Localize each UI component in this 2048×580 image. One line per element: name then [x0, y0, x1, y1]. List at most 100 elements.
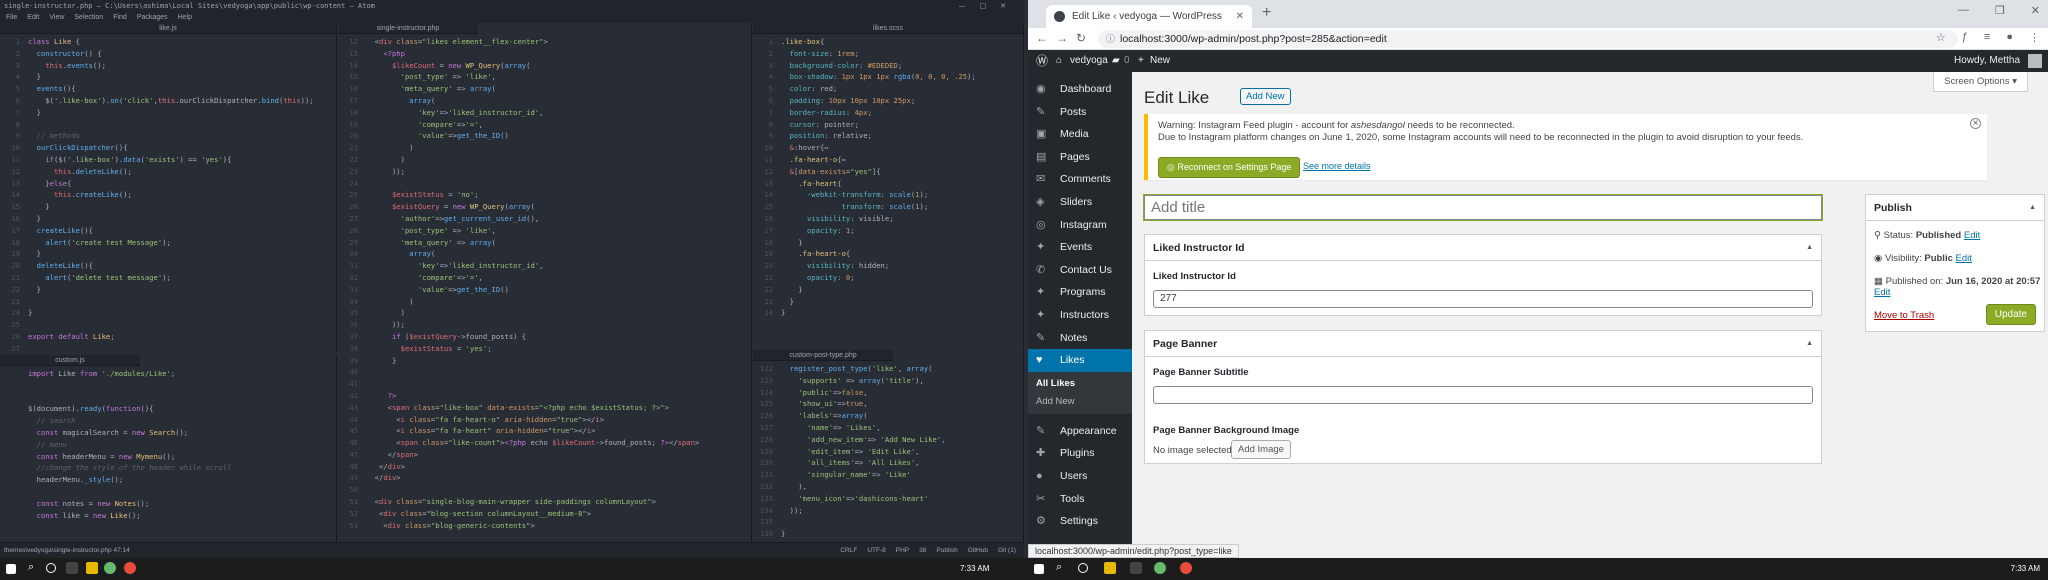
window-controls[interactable]: —□✕ — [959, 0, 1020, 12]
info-icon[interactable]: ⓘ — [1106, 30, 1115, 48]
comments-bubble-icon[interactable]: ▰ — [1112, 50, 1120, 72]
menu-find[interactable]: Find — [113, 12, 127, 23]
menu-item-instagram[interactable]: ◎ Instagram — [1028, 214, 1132, 237]
wordpress-logo-icon[interactable]: Ⓦ — [1036, 50, 1048, 72]
status-filepath[interactable]: themes\vedyoga\single-instructor.php 47:… — [4, 543, 130, 558]
address-bar[interactable]: ⓘ localhost:3000/wp-admin/post.php?post=2… — [1098, 30, 1958, 48]
menu-item-appearance[interactable]: ✎ Appearance — [1028, 420, 1132, 443]
pane-custom-js[interactable]: custom.js import Like from './modules/Li… — [0, 355, 337, 542]
menu-edit[interactable]: Edit — [27, 12, 39, 23]
close-tab-icon[interactable]: ✕ — [1236, 5, 1244, 28]
menu-item-dashboard[interactable]: ◉ Dashboard — [1028, 78, 1132, 101]
collapse-arrow-icon[interactable]: ▲ — [1806, 331, 1813, 357]
collapse-arrow-icon[interactable]: ▲ — [2029, 195, 2036, 221]
back-icon[interactable]: ← — [1036, 31, 1048, 45]
status-publish[interactable]: Publish — [936, 543, 957, 558]
search-icon[interactable]: ⌕ — [1056, 561, 1068, 573]
dismiss-notice-icon[interactable]: × — [1970, 118, 1981, 129]
admin-bar-new[interactable]: New — [1150, 50, 1170, 72]
published-edit-link[interactable]: Edit — [1874, 287, 1890, 298]
maximize-icon[interactable]: ❐ — [1995, 4, 2005, 17]
file-explorer-icon[interactable] — [1104, 562, 1116, 574]
menu-item-events[interactable]: ✦ Events — [1028, 236, 1132, 259]
status-line-ending[interactable]: CRLF — [840, 543, 857, 558]
home-icon[interactable]: ⌂ — [1056, 50, 1062, 72]
visibility-edit-link[interactable]: Edit — [1956, 253, 1972, 264]
menu-item-tools[interactable]: ✂ Tools — [1028, 488, 1132, 511]
menu-file[interactable]: File — [6, 12, 17, 23]
banner-subtitle-input[interactable] — [1153, 386, 1813, 404]
minimize-icon[interactable]: — — [1958, 4, 1969, 17]
status-grammar[interactable]: PHP — [896, 543, 909, 558]
atom-icon[interactable] — [104, 562, 116, 574]
status-github[interactable]: GitHub — [968, 543, 988, 558]
search-icon[interactable]: ⌕ — [28, 561, 40, 573]
pane-likes-scss[interactable]: likes.scss 1 .like-box{ 2 font-size: 1rem… — [753, 23, 1024, 348]
chrome-menu-icon[interactable]: ⋮ — [2029, 31, 2040, 44]
pane-custom-post-type[interactable]: custom-post-type.php 122 register_post_t… — [753, 350, 1024, 542]
close-window-icon[interactable]: ✕ — [2031, 4, 2040, 17]
update-button[interactable]: Update — [1985, 304, 2036, 325]
tab-custom-post-type[interactable]: custom-post-type.php — [753, 350, 893, 361]
taskbar-app-icon[interactable] — [66, 562, 78, 574]
menu-item-pages[interactable]: ▤ Pages — [1028, 146, 1132, 169]
status-count[interactable]: 38 — [919, 543, 926, 558]
profile-icon[interactable]: ● — [2006, 31, 2013, 44]
tab-custom-js[interactable]: custom.js — [0, 355, 140, 366]
menu-item-programs[interactable]: ✦ Programs — [1028, 281, 1132, 304]
submenu-add-new[interactable]: Add New — [1028, 393, 1132, 411]
screen-options-button[interactable]: Screen Options ▾ — [1933, 72, 2028, 92]
forward-icon[interactable]: → — [1056, 31, 1068, 45]
avatar[interactable] — [2028, 54, 2042, 68]
post-title-input[interactable]: Add title — [1144, 195, 1822, 220]
menu-help[interactable]: Help — [178, 12, 192, 23]
status-edit-link[interactable]: Edit — [1964, 230, 1980, 241]
tab-single-instructor[interactable]: single-instructor.php — [338, 23, 478, 34]
menu-item-users[interactable]: ● Users — [1028, 465, 1132, 488]
code-single-instructor[interactable]: 12 <div class="likes element__flex-cente… — [338, 34, 751, 531]
menu-view[interactable]: View — [49, 12, 64, 23]
admin-bar-howdy[interactable]: Howdy, Mettha — [1954, 50, 2020, 72]
menu-item-notes[interactable]: ✎ Notes — [1028, 327, 1132, 350]
menu-item-plugins[interactable]: ✚ Plugins — [1028, 442, 1132, 465]
browser-tab[interactable]: Edit Like ‹ vedyoga — WordPress ✕ — [1046, 5, 1252, 28]
menu-packages[interactable]: Packages — [137, 12, 168, 23]
menu-item-contact-us[interactable]: ✆ Contact Us — [1028, 259, 1132, 282]
task-view-icon[interactable] — [1078, 563, 1088, 573]
status-encoding[interactable]: UTF-8 — [867, 543, 885, 558]
submenu-all-likes[interactable]: All Likes — [1028, 375, 1132, 393]
menu-item-settings[interactable]: ⚙ Settings — [1028, 510, 1132, 533]
add-new-button[interactable]: Add New — [1240, 88, 1291, 105]
admin-bar-site[interactable]: vedyoga — [1070, 50, 1108, 72]
code-likes-scss[interactable]: 1 .like-box{ 2 font-size: 1rem; 3 backgro… — [753, 34, 1023, 319]
status-git[interactable]: Git (1) — [998, 543, 1016, 558]
task-view-icon[interactable] — [46, 563, 56, 573]
bookmark-star-icon[interactable]: ☆ — [1936, 31, 1946, 44]
plus-icon[interactable]: + — [1138, 50, 1144, 72]
tab-likes-scss[interactable]: likes.scss — [753, 23, 1023, 34]
move-to-trash-link[interactable]: Move to Trash — [1874, 310, 1934, 321]
pane-like-js[interactable]: like.js 1 class Like { 2 constructor() { … — [0, 23, 337, 352]
browser-window-controls[interactable]: — ❐ ✕ — [1958, 4, 2040, 17]
tab-like-js[interactable]: like.js — [0, 23, 336, 34]
taskbar-clock-left[interactable]: 7:33 AM — [960, 564, 989, 573]
menu-item-posts[interactable]: ✎ Posts — [1028, 101, 1132, 124]
reconnect-button[interactable]: ◎ Reconnect on Settings Page — [1158, 157, 1301, 178]
menu-selection[interactable]: Selection — [74, 12, 103, 23]
reading-list-icon[interactable]: ≡ — [1984, 31, 1990, 44]
windows-start-icon[interactable] — [6, 564, 16, 574]
see-more-details-link[interactable]: See more details — [1303, 161, 1371, 171]
code-custom-js[interactable]: import Like from './modules/Like'; $(doc… — [0, 366, 336, 521]
taskbar-clock-right[interactable]: 7:33 AM — [2011, 564, 2040, 573]
menu-item-comments[interactable]: ✉ Comments — [1028, 168, 1132, 191]
file-explorer-icon[interactable] — [86, 562, 98, 574]
code-custom-post-type[interactable]: 122 register_post_type('like', array( 12… — [753, 361, 1023, 540]
menu-item-instructors[interactable]: ✦ Instructors — [1028, 304, 1132, 327]
collapse-arrow-icon[interactable]: ▲ — [1806, 235, 1813, 261]
chrome-icon[interactable] — [1180, 562, 1192, 574]
add-image-button[interactable]: Add Image — [1231, 440, 1291, 459]
windows-start-icon[interactable] — [1034, 564, 1044, 574]
new-tab-icon[interactable]: + — [1262, 4, 1271, 22]
chrome-icon[interactable] — [124, 562, 136, 574]
extension-icon[interactable]: ƒ — [1962, 31, 1968, 44]
